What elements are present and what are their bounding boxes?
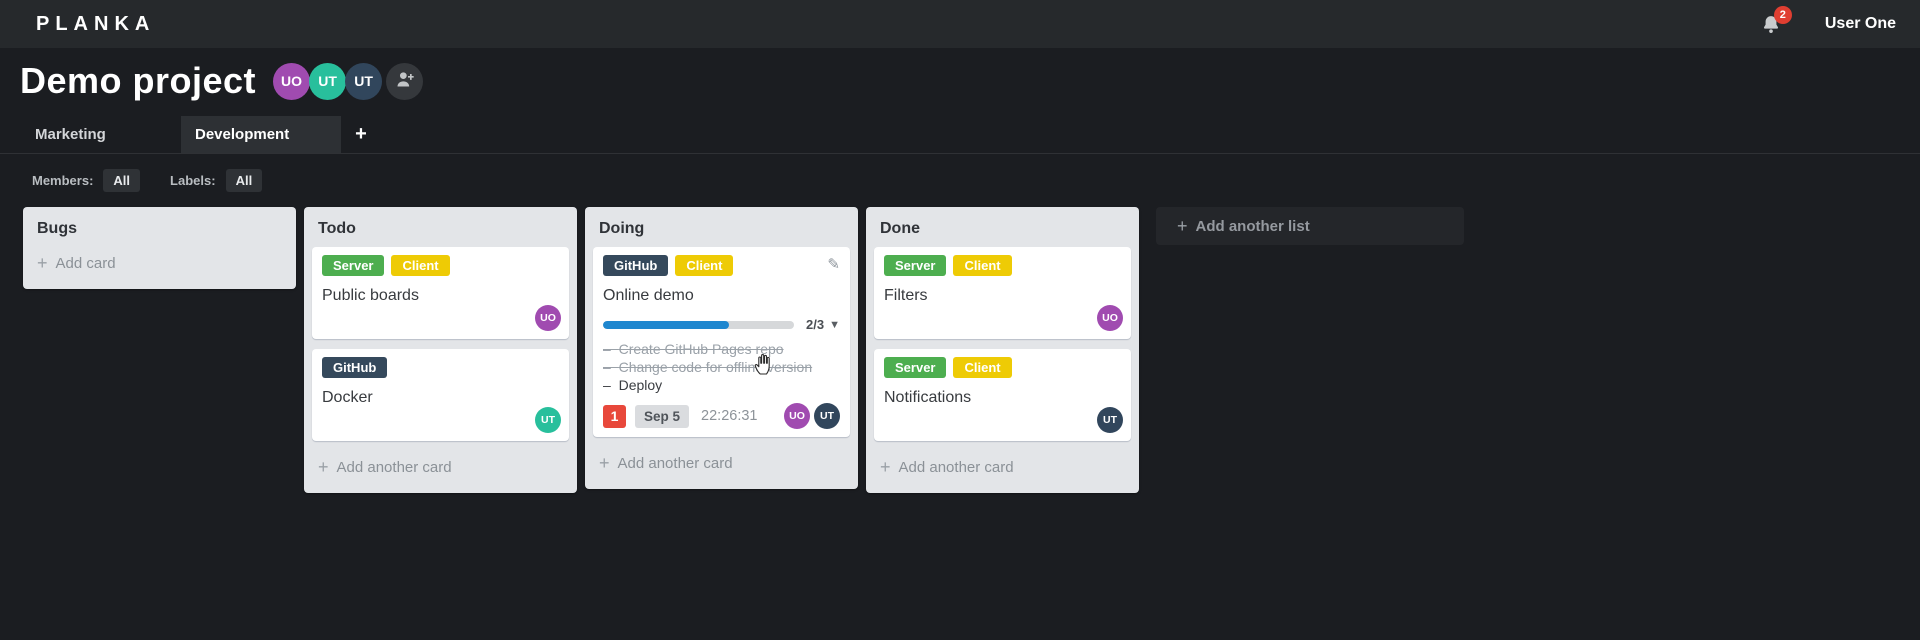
kanban-board: Bugs + Add card Todo Server Client Publi… <box>23 207 1920 493</box>
add-card-button[interactable]: + Add another card <box>585 447 858 489</box>
card-member-avatar[interactable]: UT <box>535 407 561 433</box>
labels-filter-value[interactable]: All <box>225 169 263 192</box>
card-filters[interactable]: Server Client Filters UO <box>874 247 1131 339</box>
list-doing: Doing ✎ GitHub Client Online demo 2/3 ▼ … <box>585 207 858 489</box>
plus-icon: + <box>599 453 610 473</box>
add-card-button[interactable]: + Add another card <box>866 451 1139 493</box>
labels-filter-label: Labels: <box>170 173 216 188</box>
notifications-button[interactable]: 2 <box>1761 5 1792 35</box>
add-card-label: Add another card <box>898 459 1014 476</box>
card-stack: Server Client Filters UO Server Client N… <box>866 247 1139 441</box>
card-member-avatar[interactable]: UO <box>1097 305 1123 331</box>
due-date-badge[interactable]: Sep 5 <box>635 404 690 428</box>
timer-badge[interactable]: 22:26:31 <box>701 408 757 424</box>
project-title[interactable]: Demo project <box>20 60 256 102</box>
filter-bar: Members: All Labels: All <box>32 169 1920 192</box>
list-title[interactable]: Todo <box>304 207 577 247</box>
notification-count-badge[interactable]: 2 <box>1773 5 1792 24</box>
label-github[interactable]: GitHub <box>603 255 669 276</box>
tasks-progress: 2/3 ▼ <box>603 317 840 332</box>
label-client[interactable]: Client <box>953 255 1012 276</box>
task-list: Create GitHub Pages repo Change code for… <box>603 341 840 394</box>
list-todo: Todo Server Client Public boards UO GitH… <box>304 207 577 493</box>
labels-row: GitHub <box>322 357 559 380</box>
card-member-avatar[interactable]: UO <box>784 403 810 429</box>
edit-pencil-icon[interactable]: ✎ <box>827 255 840 273</box>
top-bar: PLANKA 2 User One <box>0 0 1920 48</box>
member-avatar[interactable]: UO <box>273 62 311 100</box>
labels-row: Server Client <box>322 255 559 278</box>
card-public-boards[interactable]: Server Client Public boards UO <box>312 247 569 339</box>
label-client[interactable]: Client <box>953 357 1012 378</box>
card-title: Online demo <box>603 287 694 304</box>
card-docker[interactable]: GitHub Docker UT <box>312 349 569 441</box>
plus-icon: + <box>318 457 329 477</box>
label-server[interactable]: Server <box>884 357 947 378</box>
progress-count: 2/3 <box>806 317 825 332</box>
add-card-label: Add card <box>55 255 116 272</box>
labels-row: GitHub Client <box>603 255 840 278</box>
label-server[interactable]: Server <box>322 255 385 276</box>
add-board-button[interactable]: + <box>341 116 381 153</box>
list-bugs: Bugs + Add card <box>23 207 296 289</box>
members-filter-value[interactable]: All <box>103 169 141 192</box>
progress-fill <box>603 320 730 329</box>
project-header: Demo project UO UT UT <box>0 48 1920 102</box>
app-logo[interactable]: PLANKA <box>36 13 155 36</box>
list-title[interactable]: Doing <box>585 207 858 247</box>
card-member-avatar[interactable]: UO <box>535 305 561 331</box>
add-user-icon <box>395 70 415 93</box>
list-title[interactable]: Bugs <box>23 207 296 247</box>
label-client[interactable]: Client <box>391 255 450 276</box>
card-title: Docker <box>322 389 373 406</box>
notification-count-badge: 1 <box>603 404 626 428</box>
task-item[interactable]: Create GitHub Pages repo <box>603 341 840 358</box>
card-members: UO UT <box>780 403 840 429</box>
label-server[interactable]: Server <box>884 255 947 276</box>
add-card-label: Add another card <box>617 455 733 472</box>
card-title: Public boards <box>322 287 419 304</box>
tab-development[interactable]: Development <box>181 116 341 153</box>
tab-marketing[interactable]: Marketing <box>21 116 181 153</box>
members-filter-label: Members: <box>32 173 94 188</box>
add-list-button[interactable]: + Add another list <box>1156 207 1464 245</box>
chevron-down-icon[interactable]: ▼ <box>829 319 840 331</box>
task-item[interactable]: Change code for offline version <box>603 359 840 376</box>
card-title: Filters <box>884 287 928 304</box>
member-avatar[interactable]: UT <box>309 62 347 100</box>
label-client[interactable]: Client <box>675 255 734 276</box>
label-github[interactable]: GitHub <box>322 357 388 378</box>
add-card-button[interactable]: + Add another card <box>304 451 577 493</box>
card-notifications[interactable]: Server Client Notifications UT <box>874 349 1131 441</box>
plus-icon: + <box>1177 215 1188 236</box>
card-stack: ✎ GitHub Client Online demo 2/3 ▼ Create… <box>585 247 858 437</box>
card-stack: Server Client Public boards UO GitHub Do… <box>304 247 577 441</box>
card-member-avatar[interactable]: UT <box>814 403 840 429</box>
card-title: Notifications <box>884 389 972 406</box>
member-avatar[interactable]: UT <box>345 62 383 100</box>
card-member-avatar[interactable]: UT <box>1097 407 1123 433</box>
board-tabs: Marketing Development + <box>0 116 1920 154</box>
plus-icon: + <box>37 253 48 273</box>
progress-bar <box>603 320 795 329</box>
list-title[interactable]: Done <box>866 207 1139 247</box>
labels-row: Server Client <box>884 255 1121 278</box>
list-done: Done Server Client Filters UO Server Cli… <box>866 207 1139 493</box>
add-card-button[interactable]: + Add card <box>23 247 296 289</box>
add-card-label: Add another card <box>336 459 452 476</box>
labels-row: Server Client <box>884 357 1121 380</box>
add-member-button[interactable] <box>386 62 424 100</box>
add-list-label: Add another list <box>1195 217 1310 235</box>
project-members: UO UT UT <box>273 62 424 100</box>
card-online-demo[interactable]: ✎ GitHub Client Online demo 2/3 ▼ Create… <box>593 247 850 437</box>
plus-icon: + <box>880 457 891 477</box>
user-menu[interactable]: User One <box>1825 15 1896 33</box>
card-badges: 1 Sep 5 22:26:31 UO UT <box>603 403 840 429</box>
task-item[interactable]: Deploy <box>603 377 840 394</box>
